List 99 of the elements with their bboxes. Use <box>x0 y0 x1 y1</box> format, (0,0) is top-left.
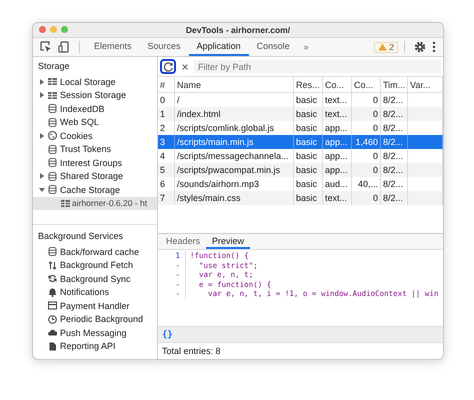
detail-tab[interactable]: Headers <box>160 234 206 249</box>
column-header[interactable]: Co... <box>322 77 352 92</box>
table-cell: text... <box>322 107 352 121</box>
section-heading: Storage <box>37 60 71 73</box>
sidebar-item[interactable]: Background Fetch <box>33 258 157 272</box>
table-cell: 3 <box>158 135 174 149</box>
sidebar-item[interactable]: Trust Tokens <box>33 142 157 156</box>
document-icon <box>48 342 57 351</box>
table-cell: app... <box>322 163 352 177</box>
column-header[interactable]: Res... <box>294 77 322 92</box>
filter-field[interactable]: Filter by Path <box>194 60 441 73</box>
expand-arrow-icon <box>39 78 45 85</box>
pretty-print-button[interactable]: {} <box>162 330 173 340</box>
sidebar-item[interactable]: Payment Handler <box>33 299 157 312</box>
table-cell: basic <box>294 107 322 121</box>
table-cell: /styles/main.css <box>174 191 294 205</box>
sidebar-item[interactable]: Cache Storage <box>33 183 157 196</box>
close-button[interactable] <box>39 26 46 33</box>
table-cell: 7 <box>158 191 174 205</box>
table-cell: basic <box>294 163 322 177</box>
cookie-icon <box>48 131 57 140</box>
table-cell: 8/2... <box>380 107 408 121</box>
panel-tab[interactable]: Application <box>188 38 249 56</box>
grid-icon <box>48 90 57 100</box>
table-cell: 5 <box>158 163 174 177</box>
table-row[interactable]: 1 /index.html basic text... 0 8/2... <box>158 107 442 121</box>
clear-button[interactable]: × <box>179 60 191 74</box>
warnings-badge[interactable]: 2 <box>374 42 398 52</box>
panel-tab[interactable]: Elements <box>86 38 140 56</box>
database-icon <box>48 185 57 194</box>
device-icon <box>58 41 70 53</box>
inspect-icon <box>40 41 52 53</box>
refresh-button[interactable] <box>160 59 176 74</box>
table-cell: basic <box>294 191 322 205</box>
sidebar-item[interactable]: Background Sync <box>33 272 157 286</box>
table-cell: text... <box>322 191 352 205</box>
expand-arrow-icon <box>39 173 45 180</box>
sync-icon <box>48 274 57 284</box>
sidebar-item[interactable]: Shared Storage <box>33 170 157 183</box>
table-cell: basic <box>294 135 322 149</box>
column-header[interactable]: # <box>158 77 174 92</box>
table-row[interactable]: 7 /styles/main.css basic text... 0 8/2... <box>158 191 442 205</box>
sidebar-item[interactable]: airhorner-0.6.20 - ht <box>33 196 157 210</box>
sidebar-item[interactable]: Periodic Background <box>33 312 157 326</box>
database-icon <box>48 118 57 127</box>
table-cell: /index.html <box>174 107 294 121</box>
kebab-menu-icon <box>432 41 436 53</box>
sidebar-item[interactable]: Notifications <box>33 286 157 299</box>
cloud-icon <box>48 328 57 338</box>
column-header[interactable]: Var... <box>408 77 442 92</box>
database-icon <box>48 104 57 114</box>
sidebar-item[interactable]: Cookies <box>33 129 157 142</box>
table-cell: /scripts/main.min.js <box>174 135 294 149</box>
detail-tab[interactable]: Preview <box>206 234 250 249</box>
sidebar-item[interactable]: Push Messaging <box>33 326 157 340</box>
table-cell: 8/2... <box>380 163 408 177</box>
column-header[interactable]: Co... <box>352 77 380 92</box>
table-cell: 0 <box>352 107 380 121</box>
expand-arrow-icon <box>39 92 45 98</box>
bell-icon <box>48 288 57 297</box>
refresh-icon <box>162 61 174 72</box>
column-header[interactable]: Name <box>174 77 294 92</box>
more-tabs-button[interactable]: » <box>298 42 315 52</box>
clock-icon <box>48 314 57 324</box>
table-cell: 0 <box>352 163 380 177</box>
grid-icon <box>61 198 70 208</box>
sidebar-item[interactable]: IndexedDB <box>33 102 157 116</box>
database-icon <box>48 172 57 181</box>
card-icon <box>48 301 57 310</box>
sidebar-item[interactable]: Local Storage <box>33 75 157 88</box>
table-cell: 0 <box>352 191 380 205</box>
expand-arrow-icon <box>39 132 45 139</box>
warning-icon <box>378 43 388 51</box>
section-heading: Background Services <box>37 230 124 243</box>
database-icon <box>48 158 57 168</box>
table-cell: /scripts/pwacompat.min.js <box>174 163 294 177</box>
table-row[interactable]: 5 /scripts/pwacompat.min.js basic app... 0 8/2... <box>158 163 442 177</box>
column-header[interactable]: Tim... <box>380 77 408 92</box>
sidebar-item[interactable]: Session Storage <box>33 88 157 102</box>
sidebar-item[interactable]: Interest Groups <box>33 156 157 170</box>
table-cell: app... <box>322 135 352 149</box>
table-cell: 8/2... <box>380 191 408 205</box>
collapse-arrow-icon <box>39 186 45 193</box>
panel-tab[interactable]: Console <box>248 38 298 56</box>
table-cell: 8/2... <box>380 135 408 149</box>
sidebar-item[interactable]: Back/forward cache <box>33 245 157 258</box>
table-row[interactable]: 3 /scripts/main.min.js basic app... 1,460 8/2... <box>158 135 442 149</box>
status-bar: Total entries: 8 <box>158 342 443 359</box>
grid-icon <box>48 77 57 86</box>
panel-tab[interactable]: Sources <box>140 38 189 56</box>
up-down-arrows-icon <box>48 260 57 270</box>
database-icon <box>48 144 57 154</box>
sidebar-item[interactable]: Web SQL <box>33 116 157 129</box>
settings-icon <box>414 41 426 53</box>
table-cell: 1 <box>158 107 174 121</box>
window-title: DevTools - airhorner.com/ <box>186 25 290 35</box>
sidebar-item[interactable]: Reporting API <box>33 340 157 353</box>
table-cell: 1,460 <box>352 135 380 149</box>
database-icon <box>48 247 57 256</box>
